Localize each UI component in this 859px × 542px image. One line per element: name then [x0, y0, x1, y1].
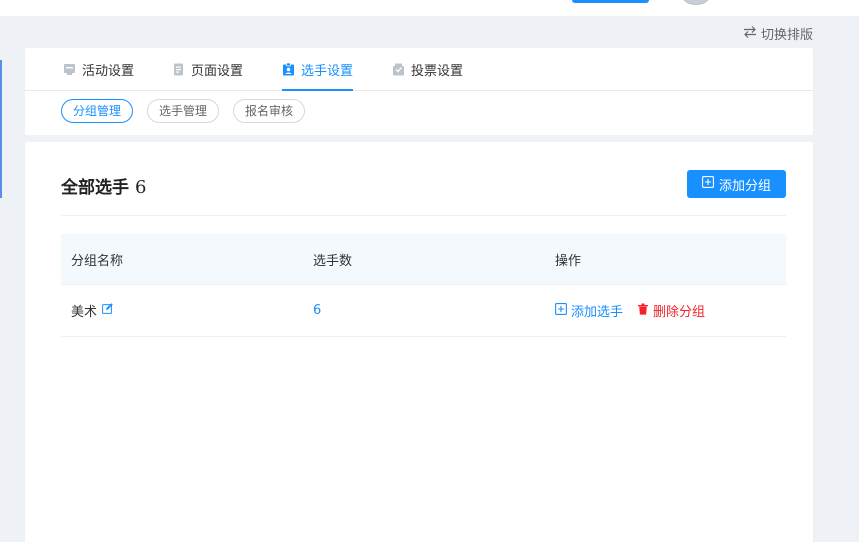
title-text: 全部选手 [61, 178, 129, 198]
trash-icon [637, 303, 649, 319]
contestant-count: 6 [135, 177, 147, 198]
contestants-cell: 6 [303, 303, 545, 318]
activity-icon [63, 63, 76, 76]
tab-label: 活动设置 [82, 63, 135, 79]
subtab-contestant-management[interactable]: 选手管理 [147, 99, 220, 123]
subtab-group-management[interactable]: 分组管理 [61, 99, 134, 123]
table-header: 分组名称 选手数 操作 [61, 234, 786, 284]
column-header-contestants: 选手数 [313, 253, 353, 269]
plus-square-icon [702, 176, 714, 192]
group-table: 分组名称 选手数 操作 美术 6 添加选手 删除分组 [61, 234, 786, 337]
tab-vote-settings[interactable]: 投票设置 [392, 48, 463, 90]
column-header-group-name: 分组名称 [71, 253, 124, 269]
top-bar [0, 0, 859, 16]
avatar[interactable] [682, 0, 710, 5]
switch-layout-label: 切换排版 [760, 28, 813, 43]
page-title: 全部选手 6 [61, 173, 146, 198]
settings-tabs-card: 活动设置 页面设置 选手设置 投票设置 分组管理 选手管理 报名审核 [25, 48, 813, 135]
contestant-count-link[interactable]: 6 [313, 303, 321, 318]
table-row: 美术 6 添加选手 删除分组 [61, 284, 786, 337]
sub-tabs: 分组管理 选手管理 报名审核 [61, 99, 306, 123]
delete-group-button[interactable]: 删除分组 [637, 301, 705, 320]
left-accent-bar [0, 60, 2, 198]
contestant-icon [282, 62, 295, 76]
divider [61, 215, 786, 216]
tab-label: 投票设置 [411, 63, 464, 79]
top-action-button[interactable] [572, 0, 649, 3]
tab-page-settings[interactable]: 页面设置 [172, 48, 243, 90]
vote-icon [392, 63, 405, 76]
group-panel: 全部选手 6 添加分组 分组名称 选手数 操作 美术 6 添加选手 删除分组 [25, 142, 813, 542]
tab-activity-settings[interactable]: 活动设置 [63, 48, 134, 90]
plus-square-icon [555, 302, 567, 319]
swap-arrows-icon [743, 25, 757, 43]
delete-group-label: 删除分组 [653, 305, 706, 320]
add-group-label: 添加分组 [718, 178, 771, 194]
edit-icon[interactable] [102, 303, 113, 318]
main-tabs: 活动设置 页面设置 选手设置 投票设置 [25, 48, 813, 91]
add-contestant-label: 添加选手 [571, 305, 624, 320]
column-header-actions: 操作 [555, 253, 582, 269]
actions-cell: 添加选手 删除分组 [545, 301, 786, 320]
group-name-cell: 美术 [61, 301, 303, 320]
add-group-button[interactable]: 添加分组 [687, 170, 786, 198]
group-name: 美术 [71, 305, 98, 320]
subtab-registration-review[interactable]: 报名审核 [233, 99, 306, 123]
page-icon [172, 63, 185, 76]
switch-layout-button[interactable]: 切换排版 [743, 24, 813, 43]
tab-contestant-settings[interactable]: 选手设置 [282, 48, 354, 91]
tab-label: 页面设置 [191, 63, 244, 79]
tab-label: 选手设置 [301, 63, 354, 79]
add-contestant-button[interactable]: 添加选手 [555, 301, 623, 320]
